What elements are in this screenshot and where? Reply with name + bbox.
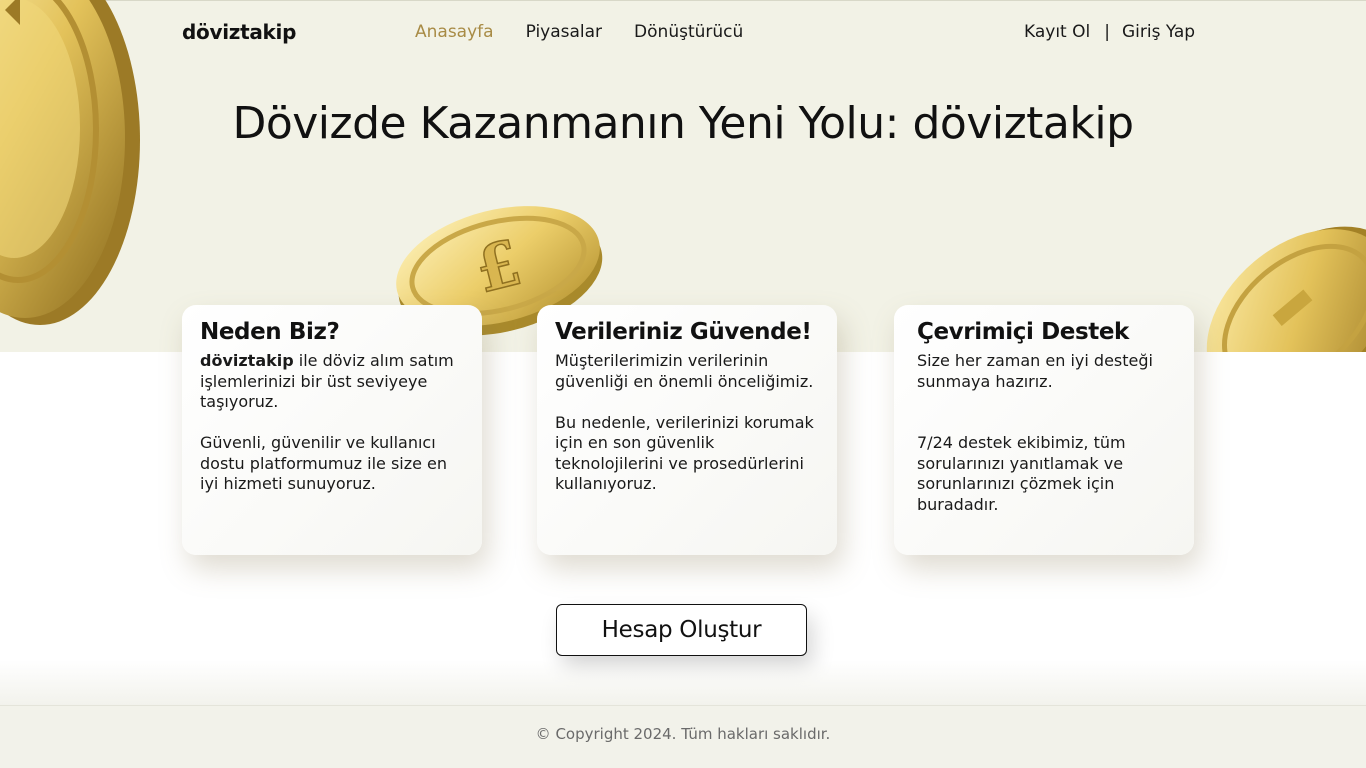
- hero-section: £ döviztakip Anasayfa Piyasalar Dönüştür…: [0, 0, 1366, 352]
- main-nav: Anasayfa Piyasalar Dönüştürücü: [415, 22, 743, 42]
- create-account-button[interactable]: Hesap Oluştur: [556, 604, 807, 656]
- brand-logo[interactable]: döviztakip: [182, 20, 296, 44]
- login-link[interactable]: Giriş Yap: [1122, 22, 1195, 42]
- footer: © Copyright 2024. Tüm hakları saklıdır.: [0, 705, 1366, 768]
- top-divider: [0, 0, 1366, 1]
- card-brand-bold: döviztakip: [200, 351, 294, 370]
- card-title: Neden Biz?: [200, 319, 340, 345]
- gold-coin-icon: [0, 0, 140, 325]
- feature-card-why-us: Neden Biz? döviztakip ile döviz alım sat…: [182, 305, 482, 555]
- footer-fade: [0, 660, 1366, 706]
- nav-item-donusturucu[interactable]: Dönüştürücü: [634, 22, 743, 42]
- feature-card-data-security: Verileriniz Güvende! Müşterilerimizin ve…: [537, 305, 837, 555]
- card-text: Bu nedenle, verilerinizi korumak için en…: [555, 412, 814, 494]
- card-text: Güvenli, güvenilir ve kullanıcı dostu pl…: [200, 433, 448, 493]
- gold-coin-icon: [1206, 226, 1366, 352]
- auth-links: Kayıt Ol | Giriş Yap: [1024, 22, 1195, 42]
- register-link[interactable]: Kayıt Ol: [1024, 22, 1090, 42]
- card-text: Müşterilerimizin verilerinin güvenliği e…: [555, 351, 814, 391]
- hero-title: Dövizde Kazanmanın Yeni Yolu: döviztakip: [232, 98, 1134, 149]
- card-title: Çevrimiçi Destek: [917, 319, 1129, 345]
- card-text: döviztakip ile döviz alım satım işlemler…: [200, 351, 464, 413]
- card-title: Verileriniz Güvende!: [555, 319, 812, 345]
- copyright-text: © Copyright 2024. Tüm hakları saklıdır.: [535, 725, 831, 743]
- auth-separator: |: [1104, 22, 1110, 42]
- card-text: 7/24 destek ekibimiz, tüm sorularınızı y…: [917, 433, 1126, 514]
- nav-item-piyasalar[interactable]: Piyasalar: [526, 22, 602, 42]
- nav-item-anasayfa[interactable]: Anasayfa: [415, 22, 494, 42]
- card-text: Size her zaman en iyi desteği sunmaya ha…: [917, 351, 1153, 391]
- feature-card-online-support: Çevrimiçi Destek Size her zaman en iyi d…: [894, 305, 1194, 555]
